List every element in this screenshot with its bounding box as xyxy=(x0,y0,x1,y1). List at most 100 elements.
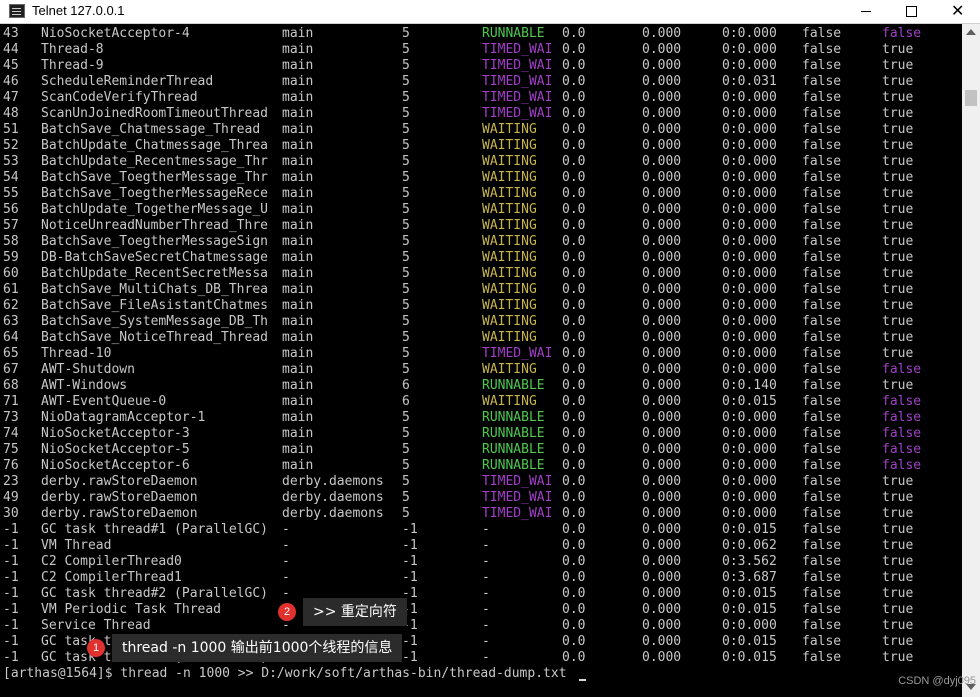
thread-time: 0:0.000 xyxy=(722,426,777,441)
thread-interrupted: false xyxy=(802,602,842,617)
thread-state: TIMED_WAI xyxy=(482,346,553,361)
thread-state: - xyxy=(482,554,490,569)
thread-daemon: true xyxy=(882,186,914,201)
thread-time: 0:0.015 xyxy=(722,522,777,537)
thread-priority: 5 xyxy=(402,122,410,137)
thread-daemon: true xyxy=(882,650,914,665)
thread-cpu: 0.0 xyxy=(562,554,586,569)
thread-cpu: 0.0 xyxy=(562,186,586,201)
thread-cpu: 0.0 xyxy=(562,234,586,249)
thread-id: -1 xyxy=(3,538,19,553)
thread-name: BatchSave_Chatmessage_Thread xyxy=(41,122,261,137)
thread-id: 56 xyxy=(3,202,19,217)
thread-cpu: 0.0 xyxy=(562,378,586,393)
thread-interrupted: false xyxy=(802,250,842,265)
thread-priority: -1 xyxy=(402,522,418,537)
thread-group: main xyxy=(282,458,314,473)
thread-name: Thread-9 xyxy=(41,58,104,73)
terminal-output[interactable]: 43 NioSocketAcceptor-4 main 5 RUNNABLE 0.0 0.0… xyxy=(0,24,962,697)
thread-priority: 5 xyxy=(402,426,410,441)
thread-row: 59 DB-BatchSaveSecretChatmessage main 5 WAIT… xyxy=(0,250,962,266)
thread-daemon: true xyxy=(882,250,914,265)
thread-row: 30 derby.rawStoreDaemon derby.daemons 5 TIME… xyxy=(0,506,962,522)
thread-priority: 5 xyxy=(402,170,410,185)
thread-group: main xyxy=(282,330,314,345)
thread-cpu: 0.0 xyxy=(562,458,586,473)
thread-id: 43 xyxy=(3,26,19,41)
thread-group: main xyxy=(282,362,314,377)
thread-row: 64 BatchSave_NoticeThread_Thread main 5 WAIT… xyxy=(0,330,962,346)
thread-id: 62 xyxy=(3,298,19,313)
thread-delta: 0.000 xyxy=(642,602,682,617)
thread-id: -1 xyxy=(3,602,19,617)
thread-delta: 0.000 xyxy=(642,522,682,537)
thread-cpu: 0.0 xyxy=(562,218,586,233)
thread-cpu: 0.0 xyxy=(562,474,586,489)
thread-daemon: true xyxy=(882,602,914,617)
thread-id: 59 xyxy=(3,250,19,265)
thread-time: 0:0.000 xyxy=(722,282,777,297)
thread-delta: 0.000 xyxy=(642,426,682,441)
vertical-scrollbar[interactable] xyxy=(962,24,980,697)
thread-row: 46 ScheduleReminderThread main 5 TIMED_WAI 0.… xyxy=(0,74,962,90)
thread-group: main xyxy=(282,346,314,361)
thread-interrupted: false xyxy=(802,650,842,665)
scroll-thumb[interactable] xyxy=(965,90,977,106)
thread-id: 65 xyxy=(3,346,19,361)
command-prompt[interactable]: [arthas@1564]$ thread -n 1000 >> D:/work… xyxy=(3,666,567,682)
thread-state: TIMED_WAI xyxy=(482,506,553,521)
thread-priority: 5 xyxy=(402,458,410,473)
thread-name: BatchSave_FileAsistantChatmes xyxy=(41,298,268,313)
thread-time: 0:0.000 xyxy=(722,218,777,233)
thread-interrupted: false xyxy=(802,474,842,489)
thread-row: 45 Thread-9 main 5 TIMED_WAI 0.0 0.000 0:0.000 f… xyxy=(0,58,962,74)
thread-row: 48 ScanUnJoinedRoomTimeoutThread main 5 TIME… xyxy=(0,106,962,122)
thread-state: RUNNABLE xyxy=(482,410,545,425)
thread-daemon: true xyxy=(882,106,914,121)
thread-id: 55 xyxy=(3,186,19,201)
thread-delta: 0.000 xyxy=(642,314,682,329)
thread-delta: 0.000 xyxy=(642,170,682,185)
thread-interrupted: false xyxy=(802,586,842,601)
thread-id: -1 xyxy=(3,522,19,537)
thread-state: - xyxy=(482,522,490,537)
close-button[interactable]: ✕ xyxy=(934,0,980,24)
thread-delta: 0.000 xyxy=(642,106,682,121)
thread-daemon: false xyxy=(882,442,922,457)
annotation-badge-2: 2 xyxy=(278,603,296,621)
thread-delta: 0.000 xyxy=(642,298,682,313)
scroll-up-arrow-icon[interactable] xyxy=(966,29,976,35)
thread-state: - xyxy=(482,538,490,553)
thread-state: - xyxy=(482,586,490,601)
thread-daemon: false xyxy=(882,394,922,409)
thread-state: WAITING xyxy=(482,314,537,329)
minimize-icon xyxy=(861,11,871,12)
thread-daemon: true xyxy=(882,234,914,249)
thread-cpu: 0.0 xyxy=(562,618,586,633)
thread-interrupted: false xyxy=(802,442,842,457)
thread-name: ScheduleReminderThread xyxy=(41,74,214,89)
thread-row: 43 NioSocketAcceptor-4 main 5 RUNNABLE 0.0 0.0… xyxy=(0,26,962,42)
minimize-button[interactable] xyxy=(842,0,888,24)
thread-interrupted: false xyxy=(802,122,842,137)
thread-state: WAITING xyxy=(482,122,537,137)
thread-group: main xyxy=(282,266,314,281)
maximize-button[interactable] xyxy=(888,0,934,24)
thread-group: main xyxy=(282,74,314,89)
thread-priority: 5 xyxy=(402,58,410,73)
thread-row: 63 BatchSave_SystemMessage_DB_Th main 5 WAIT… xyxy=(0,314,962,330)
thread-cpu: 0.0 xyxy=(562,602,586,617)
thread-row: 62 BatchSave_FileAsistantChatmes main 5 WAIT… xyxy=(0,298,962,314)
thread-time: 0:0.015 xyxy=(722,602,777,617)
thread-priority: 5 xyxy=(402,330,410,345)
thread-row: 61 BatchSave_MultiChats_DB_Threa main 5 WAIT… xyxy=(0,282,962,298)
thread-group: main xyxy=(282,442,314,457)
thread-cpu: 0.0 xyxy=(562,394,586,409)
thread-time: 0:0.000 xyxy=(722,170,777,185)
thread-row: 55 BatchSave_ToegtherMessageRece main 5 WAIT… xyxy=(0,186,962,202)
thread-interrupted: false xyxy=(802,506,842,521)
thread-group: main xyxy=(282,122,314,137)
thread-time: 0:0.000 xyxy=(722,314,777,329)
thread-name: BatchSave_ToegtherMessageSign xyxy=(41,234,268,249)
thread-time: 0:0.000 xyxy=(722,266,777,281)
